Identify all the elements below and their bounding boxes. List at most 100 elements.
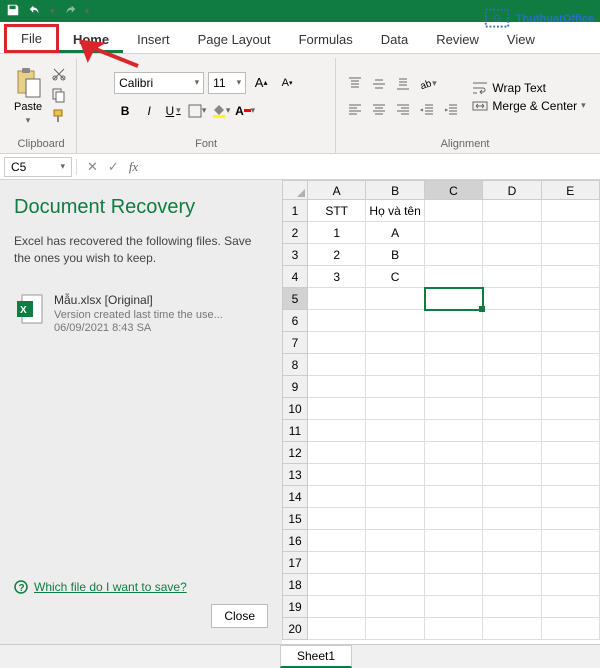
row-header[interactable]: 1: [282, 200, 308, 222]
cell[interactable]: [483, 420, 541, 442]
name-box[interactable]: C5▾: [4, 157, 72, 177]
cell[interactable]: [425, 530, 483, 552]
row-header[interactable]: 16: [282, 530, 308, 552]
wrap-text-button[interactable]: Wrap Text: [472, 81, 585, 95]
cell[interactable]: Họ và tên: [366, 200, 424, 222]
cell[interactable]: [425, 508, 483, 530]
underline-button[interactable]: U▾: [162, 100, 184, 122]
column-header[interactable]: C: [425, 180, 483, 200]
cell[interactable]: [542, 376, 600, 398]
cell[interactable]: 3: [308, 266, 366, 288]
cell[interactable]: [308, 332, 366, 354]
cell[interactable]: [366, 618, 424, 640]
merge-center-button[interactable]: Merge & Center▾: [472, 99, 585, 113]
cell[interactable]: [425, 552, 483, 574]
cell[interactable]: [425, 266, 483, 288]
cell[interactable]: [425, 244, 483, 266]
cell[interactable]: [542, 200, 600, 222]
cell[interactable]: [483, 596, 541, 618]
cell[interactable]: [483, 266, 541, 288]
row-header[interactable]: 11: [282, 420, 308, 442]
cell[interactable]: [483, 332, 541, 354]
cell[interactable]: [308, 398, 366, 420]
cell[interactable]: [483, 486, 541, 508]
cell[interactable]: [425, 332, 483, 354]
row-header[interactable]: 9: [282, 376, 308, 398]
cell[interactable]: [366, 420, 424, 442]
cell[interactable]: [425, 200, 483, 222]
cell[interactable]: [542, 596, 600, 618]
format-painter-icon[interactable]: [50, 108, 68, 127]
cell[interactable]: [308, 310, 366, 332]
border-button[interactable]: ▾: [186, 100, 208, 122]
align-right-icon[interactable]: [392, 99, 414, 121]
cell[interactable]: C: [366, 266, 424, 288]
cell[interactable]: STT: [308, 200, 366, 222]
cell[interactable]: [483, 574, 541, 596]
save-icon[interactable]: [6, 3, 20, 20]
copy-icon[interactable]: [50, 87, 68, 106]
cell[interactable]: [425, 420, 483, 442]
cell[interactable]: [483, 222, 541, 244]
cell[interactable]: [425, 464, 483, 486]
row-header[interactable]: 12: [282, 442, 308, 464]
row-header[interactable]: 4: [282, 266, 308, 288]
tab-data[interactable]: Data: [367, 26, 422, 53]
font-color-button[interactable]: A▾: [234, 100, 256, 122]
orientation-icon[interactable]: ab▾: [416, 73, 438, 95]
row-header[interactable]: 13: [282, 464, 308, 486]
cell[interactable]: [542, 574, 600, 596]
cell[interactable]: [425, 222, 483, 244]
cell[interactable]: [542, 332, 600, 354]
tab-page-layout[interactable]: Page Layout: [184, 26, 285, 53]
enter-formula-icon[interactable]: ✓: [108, 159, 119, 175]
cell[interactable]: [366, 530, 424, 552]
decrease-font-icon[interactable]: A▾: [276, 72, 298, 94]
cell[interactable]: [366, 288, 424, 310]
cell[interactable]: [425, 288, 483, 310]
cell[interactable]: [542, 420, 600, 442]
row-header[interactable]: 5: [282, 288, 308, 310]
cell[interactable]: [366, 332, 424, 354]
paste-button[interactable]: Paste ▾: [14, 67, 42, 126]
cell[interactable]: [483, 442, 541, 464]
cell[interactable]: [483, 354, 541, 376]
tab-formulas[interactable]: Formulas: [285, 26, 367, 53]
cell[interactable]: [425, 376, 483, 398]
cell[interactable]: [542, 266, 600, 288]
undo-dropdown-icon[interactable]: ▾: [50, 6, 55, 17]
cell[interactable]: [425, 442, 483, 464]
cell[interactable]: [425, 310, 483, 332]
tab-file[interactable]: File: [4, 24, 59, 53]
sheet-tab[interactable]: Sheet1: [280, 645, 352, 668]
align-bottom-icon[interactable]: [392, 73, 414, 95]
column-header[interactable]: B: [366, 180, 424, 200]
cell[interactable]: [366, 398, 424, 420]
cell[interactable]: [542, 442, 600, 464]
row-header[interactable]: 20: [282, 618, 308, 640]
row-header[interactable]: 18: [282, 574, 308, 596]
qat-customize-icon[interactable]: ▾: [85, 6, 90, 17]
cell[interactable]: [308, 618, 366, 640]
cell[interactable]: [483, 530, 541, 552]
cell[interactable]: [483, 618, 541, 640]
cell[interactable]: [425, 574, 483, 596]
cell[interactable]: [425, 486, 483, 508]
cell[interactable]: [483, 288, 541, 310]
redo-icon[interactable]: [63, 3, 77, 20]
cell[interactable]: [308, 596, 366, 618]
decrease-indent-icon[interactable]: [416, 99, 438, 121]
row-header[interactable]: 2: [282, 222, 308, 244]
row-header[interactable]: 19: [282, 596, 308, 618]
cell[interactable]: [366, 508, 424, 530]
cell[interactable]: [483, 376, 541, 398]
cell[interactable]: [308, 574, 366, 596]
cell[interactable]: [483, 552, 541, 574]
cell[interactable]: [308, 288, 366, 310]
cell[interactable]: [542, 244, 600, 266]
font-size-select[interactable]: 11▾: [208, 72, 246, 94]
column-header[interactable]: A: [308, 180, 366, 200]
row-header[interactable]: 15: [282, 508, 308, 530]
cell[interactable]: [542, 530, 600, 552]
row-header[interactable]: 14: [282, 486, 308, 508]
